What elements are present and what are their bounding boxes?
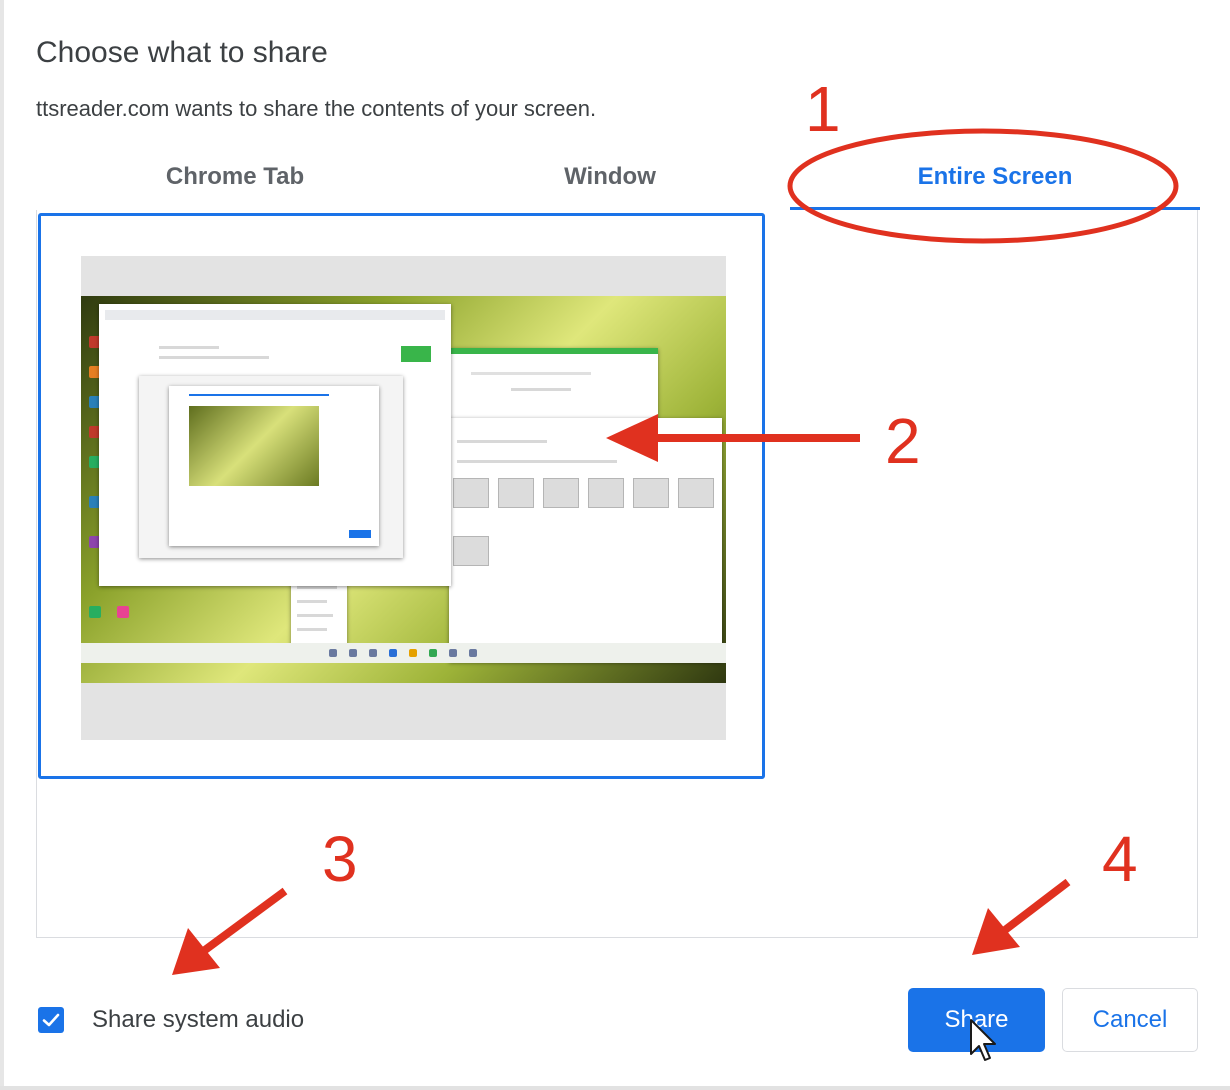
desktop-preview (81, 296, 726, 683)
tab-chrome-tab[interactable]: Chrome Tab (110, 163, 360, 191)
dialog-subtitle: ttsreader.com wants to share the content… (36, 96, 597, 121)
cancel-button[interactable]: Cancel (1062, 988, 1198, 1052)
entire-screen-option[interactable] (38, 213, 765, 779)
window-edge-left (0, 0, 4, 1090)
dialog-title: Choose what to share (36, 36, 328, 69)
annotation-number-1: 1 (805, 73, 841, 145)
taskbar-preview (81, 643, 726, 663)
tab-window[interactable]: Window (485, 163, 735, 191)
share-system-audio-checkbox[interactable] (38, 1007, 64, 1033)
window-edge-bottom (0, 1086, 1230, 1090)
checkmark-icon (42, 1013, 60, 1027)
screen-thumbnail (81, 256, 726, 740)
mouse-pointer-icon (970, 1019, 996, 1061)
annotation-number-2: 2 (885, 405, 921, 477)
tab-entire-screen[interactable]: Entire Screen (840, 163, 1150, 191)
share-system-audio-label: Share system audio (92, 1006, 305, 1033)
annotation-number-3: 3 (322, 823, 358, 895)
annotation-number-4: 4 (1102, 823, 1138, 895)
